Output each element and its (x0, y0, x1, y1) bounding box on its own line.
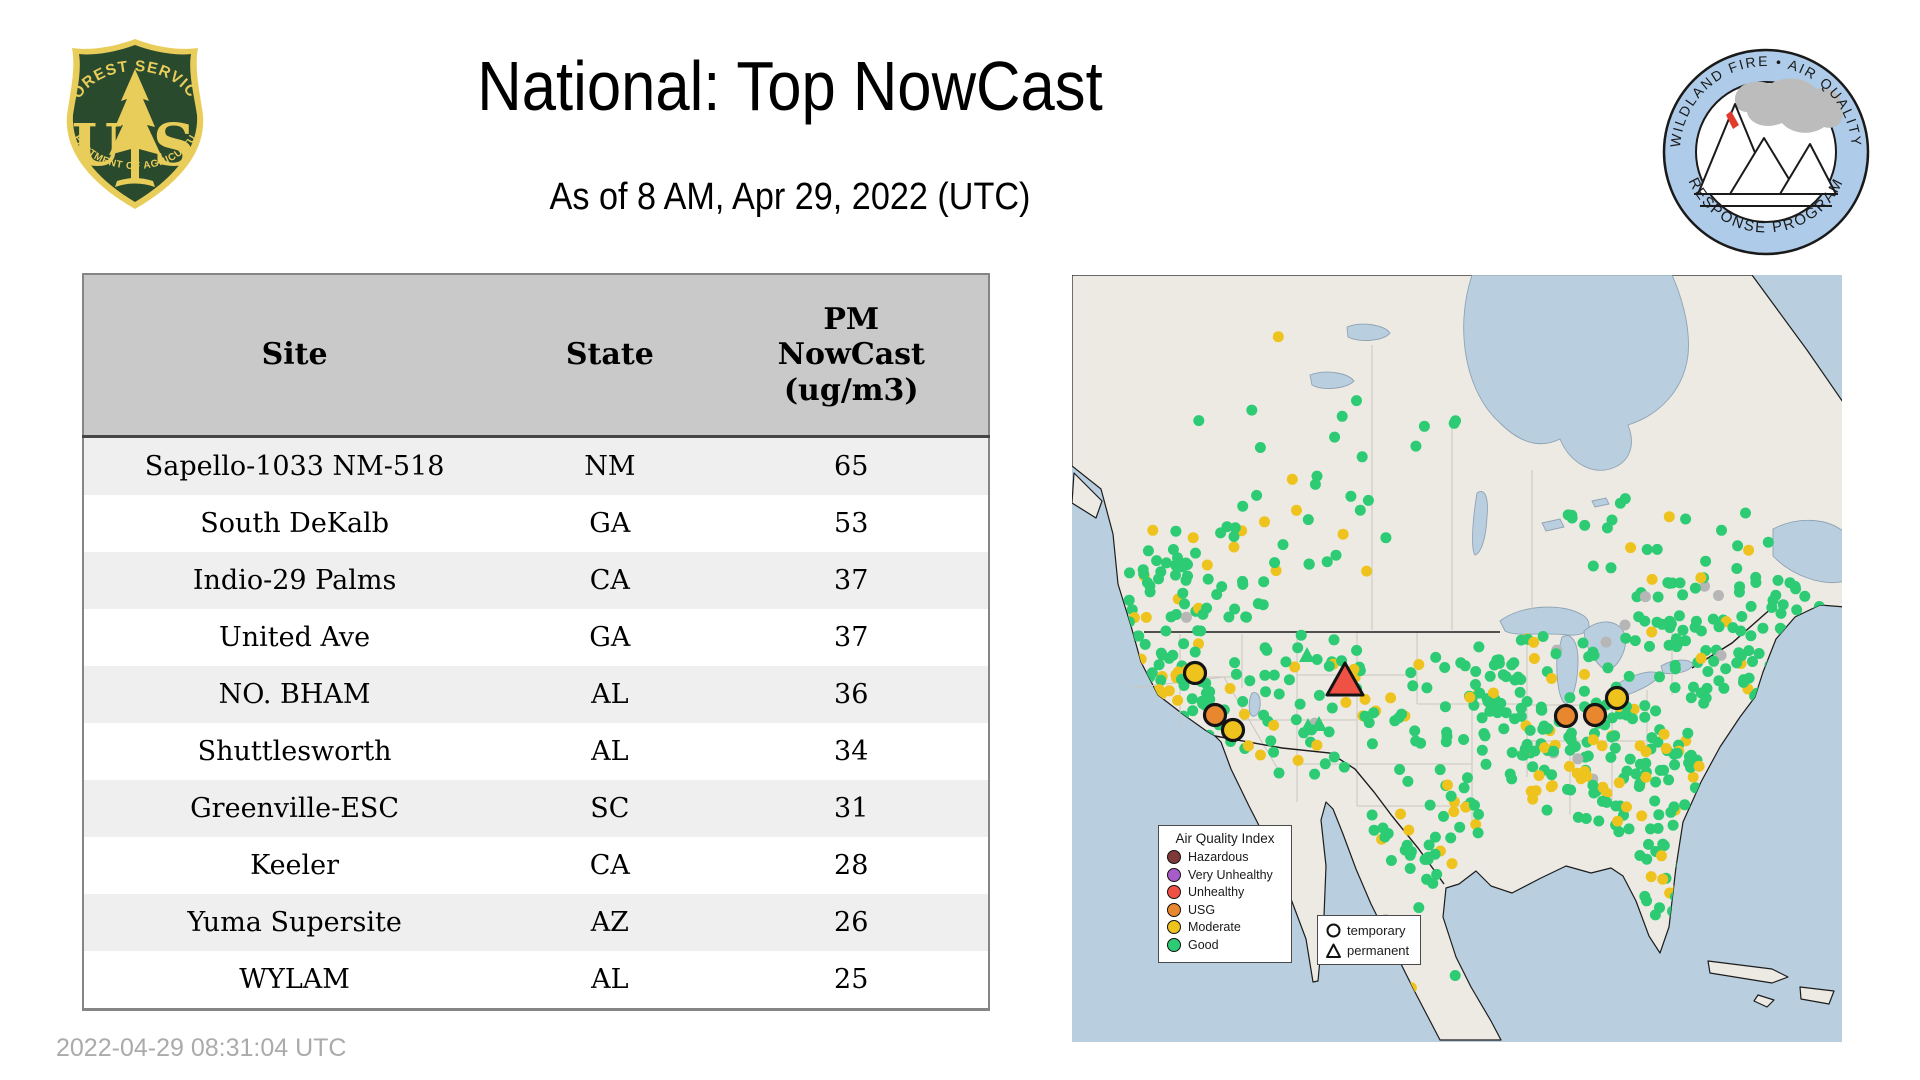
permanent-triangle-icon (1326, 943, 1341, 958)
wfaqrp-logo: WILDLAND FIRE • AIR QUALITY RESPONSE PRO… (1662, 48, 1870, 256)
table-row: South DeKalb GA 53 (83, 495, 989, 552)
table-header: Site State PM NowCast (ug/m3) (83, 274, 989, 438)
table-row: NO. BHAM AL 36 (83, 666, 989, 723)
site-cell: WYLAM (83, 951, 506, 1010)
generated-timestamp: 2022-04-29 08:31:04 UTC (56, 1034, 347, 1062)
top-site-circle-marker (1604, 685, 1630, 711)
site-cell: NO. BHAM (83, 666, 506, 723)
marker-legend-label: permanent (1347, 942, 1410, 958)
marker-legend-item: temporary (1325, 920, 1413, 940)
marker-legend-item: permanent (1325, 940, 1413, 960)
aqi-legend-title: Air Quality Index (1175, 831, 1275, 846)
pm-cell: 53 (714, 495, 989, 552)
table-row: Greenville-ESC SC 31 (83, 780, 989, 837)
aqi-legend-item: Moderate (1167, 920, 1283, 934)
aqi-legend-item: Unhealthy (1167, 885, 1283, 899)
table-row: WYLAM AL 25 (83, 951, 989, 1010)
table-row: Sapello-1033 NM-518 NM 65 (83, 436, 989, 495)
aqi-legend-item: USG (1167, 902, 1283, 917)
nowcast-table: Site State PM NowCast (ug/m3) Sapello-10… (82, 273, 990, 1011)
aqi-legend-label: Unhealthy (1188, 885, 1245, 899)
column-header-site: Site (83, 274, 506, 438)
report-page: FOREST SERVICE U S DEPARTMENT OF AGRICUL… (0, 0, 1920, 1080)
site-cell: Shuttlesworth (83, 723, 506, 780)
aqi-legend: Air Quality Index Hazardous Very Unhealth… (1158, 825, 1292, 963)
state-cell: AL (505, 951, 715, 1010)
state-cell: CA (505, 837, 715, 894)
good-swatch-icon (1167, 937, 1181, 952)
site-cell: South DeKalb (83, 495, 506, 552)
nowcast-table-wrap: Site State PM NowCast (ug/m3) Sapello-10… (82, 273, 990, 1011)
top-site-circle-marker (1202, 702, 1228, 728)
very_unhealthy-swatch-icon (1167, 867, 1181, 882)
state-cell: AL (505, 666, 715, 723)
usg-swatch-icon (1167, 902, 1181, 917)
aqi-legend-label: Moderate (1188, 920, 1241, 934)
state-cell: SC (505, 780, 715, 837)
aqi-map: Air Quality Index Hazardous Very Unhealth… (1072, 275, 1842, 1042)
state-cell: NM (505, 436, 715, 495)
site-cell: Keeler (83, 837, 506, 894)
pm-cell: 25 (714, 951, 989, 1010)
state-cell: CA (505, 552, 715, 609)
site-cell: Yuma Supersite (83, 894, 506, 951)
aqi-legend-item: Good (1167, 937, 1283, 952)
top-site-circle-marker (1553, 703, 1579, 729)
aqi-legend-label: Very Unhealthy (1188, 867, 1273, 882)
pm-cell: 37 (714, 552, 989, 609)
site-cell: Greenville-ESC (83, 780, 506, 837)
pm-header-line1: PM (823, 301, 880, 337)
pm-cell: 65 (714, 436, 989, 495)
table-row: Keeler CA 28 (83, 837, 989, 894)
site-cell: United Ave (83, 609, 506, 666)
pm-header-line3: (ug/m3) (783, 372, 919, 408)
column-header-pm: PM NowCast (ug/m3) (714, 274, 989, 438)
marker-legend-label: temporary (1347, 922, 1406, 938)
hazardous-swatch-icon (1167, 850, 1181, 864)
page-title: National: Top NowCast (477, 47, 1103, 125)
temporary-circle-icon (1326, 923, 1341, 937)
pm-cell: 26 (714, 894, 989, 951)
pm-cell: 34 (714, 723, 989, 780)
pm-cell: 28 (714, 837, 989, 894)
column-header-state: State (505, 274, 715, 438)
aqi-legend-label: USG (1188, 902, 1216, 917)
marker-type-legend: temporary permanent (1317, 915, 1421, 965)
state-cell: AZ (505, 894, 715, 951)
table-row: Yuma Supersite AZ 26 (83, 894, 989, 951)
state-cell: GA (505, 495, 715, 552)
pm-header-line2: NowCast (777, 337, 925, 373)
table-body: Sapello-1033 NM-518 NM 65 South DeKalb GA 53 I… (83, 436, 989, 1010)
unhealthy-swatch-icon (1167, 885, 1181, 899)
aqi-legend-item: Hazardous (1167, 850, 1283, 864)
site-cell: Indio-29 Palms (83, 552, 506, 609)
aqi-legend-item: Very Unhealthy (1167, 867, 1283, 882)
page-subtitle: As of 8 AM, Apr 29, 2022 (UTC) (549, 176, 1031, 218)
aqi-legend-label: Good (1188, 937, 1219, 952)
state-cell: GA (505, 609, 715, 666)
aqi-legend-label: Hazardous (1188, 850, 1249, 864)
top-site-circle-marker (1220, 717, 1246, 743)
top-site-circle-marker (1582, 702, 1608, 728)
table-row: Indio-29 Palms CA 37 (83, 552, 989, 609)
top-site-circle-marker (1182, 660, 1208, 686)
pm-cell: 36 (714, 666, 989, 723)
state-cell: AL (505, 723, 715, 780)
pm-cell: 37 (714, 609, 989, 666)
pm-cell: 31 (714, 780, 989, 837)
table-row: Shuttlesworth AL 34 (83, 723, 989, 780)
table-row: United Ave GA 37 (83, 609, 989, 666)
moderate-swatch-icon (1167, 920, 1181, 934)
site-cell: Sapello-1033 NM-518 (83, 436, 506, 495)
